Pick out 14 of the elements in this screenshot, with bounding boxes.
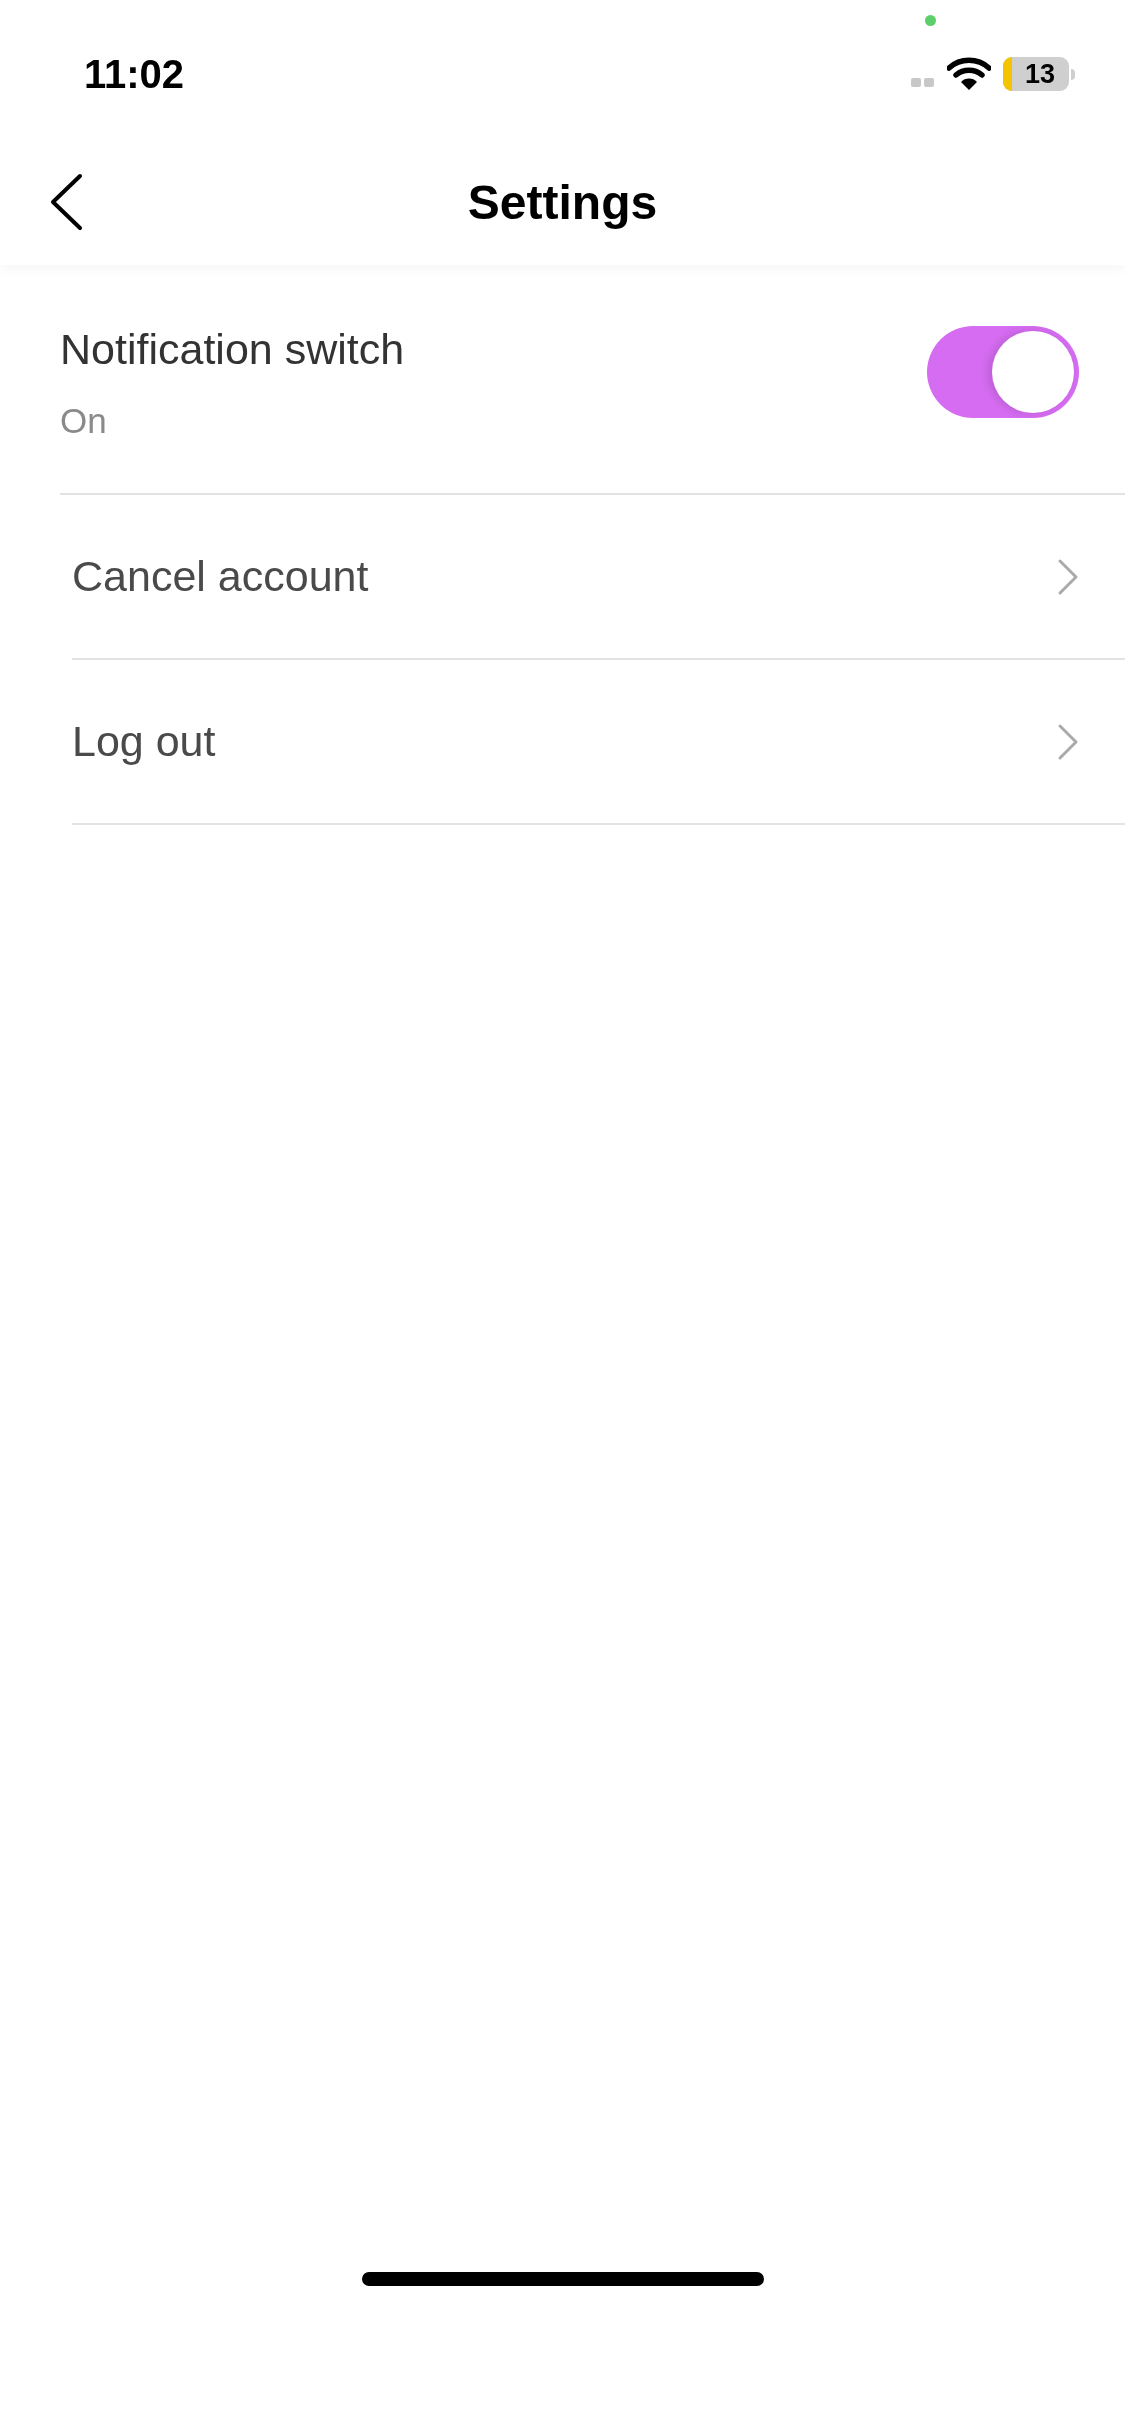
settings-row[interactable]: Cancel account [72, 495, 1125, 660]
battery-icon [1003, 57, 1069, 91]
page-title: Settings [467, 174, 658, 231]
camera-indicator-icon [925, 15, 936, 26]
wifi-icon [947, 57, 991, 91]
setting-label: Notification switch [60, 323, 405, 375]
signal-icon [911, 78, 935, 88]
back-icon [49, 173, 83, 231]
chevron-right-icon [1057, 557, 1079, 596]
setting-value: On [60, 400, 108, 442]
status-time: 11:02 [84, 51, 185, 98]
settings-row[interactable]: Log out [72, 660, 1125, 825]
chevron-right-icon [1057, 722, 1079, 761]
battery-level: 13 [1024, 60, 1055, 88]
